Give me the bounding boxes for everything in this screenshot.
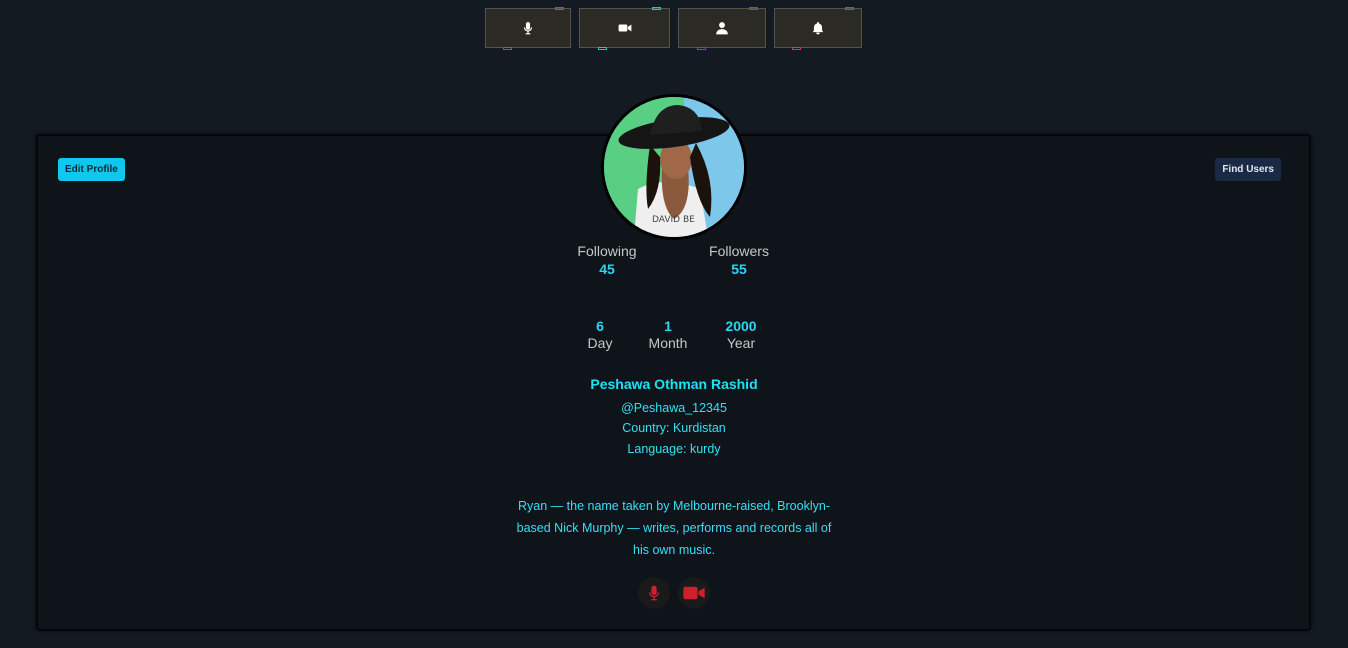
microphone-icon (523, 22, 533, 35)
video-camera-button[interactable] (579, 7, 670, 50)
user-button[interactable] (678, 7, 766, 50)
profile-username: @Peshawa_12345 (621, 401, 727, 415)
voice-call-button[interactable] (638, 577, 670, 609)
status-marker (555, 7, 564, 10)
status-marker (652, 7, 661, 10)
profile-bio: Ryan — the name taken by Melbourne-raise… (516, 499, 832, 557)
birth-year-label: Year (726, 335, 756, 351)
avatar-shirt-text: DAVID BE (652, 215, 695, 225)
status-marker (697, 47, 706, 50)
avatar-photo: DAVID BE (604, 97, 744, 237)
profile-country: Country: Kurdistan (622, 421, 726, 435)
followers-count[interactable]: 55 (699, 261, 779, 277)
status-marker (845, 7, 854, 10)
status-marker (598, 47, 607, 50)
birth-day-value: 6 (596, 318, 604, 334)
bell-icon (812, 22, 824, 35)
edit-profile-button[interactable]: Edit Profile (58, 158, 125, 181)
user-icon (716, 22, 728, 35)
profile-language: Language: kurdy (627, 442, 721, 456)
find-users-button[interactable]: Find Users (1215, 158, 1281, 181)
birth-month-value: 1 (664, 318, 672, 334)
status-marker (503, 47, 512, 50)
birth-year-value: 2000 (725, 318, 757, 334)
birth-month-label: Month (648, 335, 688, 351)
following-label: Following (577, 243, 637, 259)
following-count[interactable]: 45 (567, 261, 647, 277)
status-marker (792, 47, 801, 50)
birth-day-label: Day (587, 335, 613, 351)
microphone-icon (649, 585, 659, 601)
video-call-button[interactable] (678, 577, 710, 609)
followers-label: Followers (709, 243, 769, 259)
microphone-button[interactable] (485, 7, 571, 50)
profile-name: Peshawa Othman Rashid (590, 376, 758, 392)
notifications-button[interactable] (774, 7, 862, 50)
top-toolbar (0, 7, 1348, 50)
status-marker (749, 7, 758, 10)
avatar: DAVID BE (601, 94, 747, 240)
video-camera-icon (618, 24, 631, 32)
video-camera-icon (683, 586, 705, 600)
